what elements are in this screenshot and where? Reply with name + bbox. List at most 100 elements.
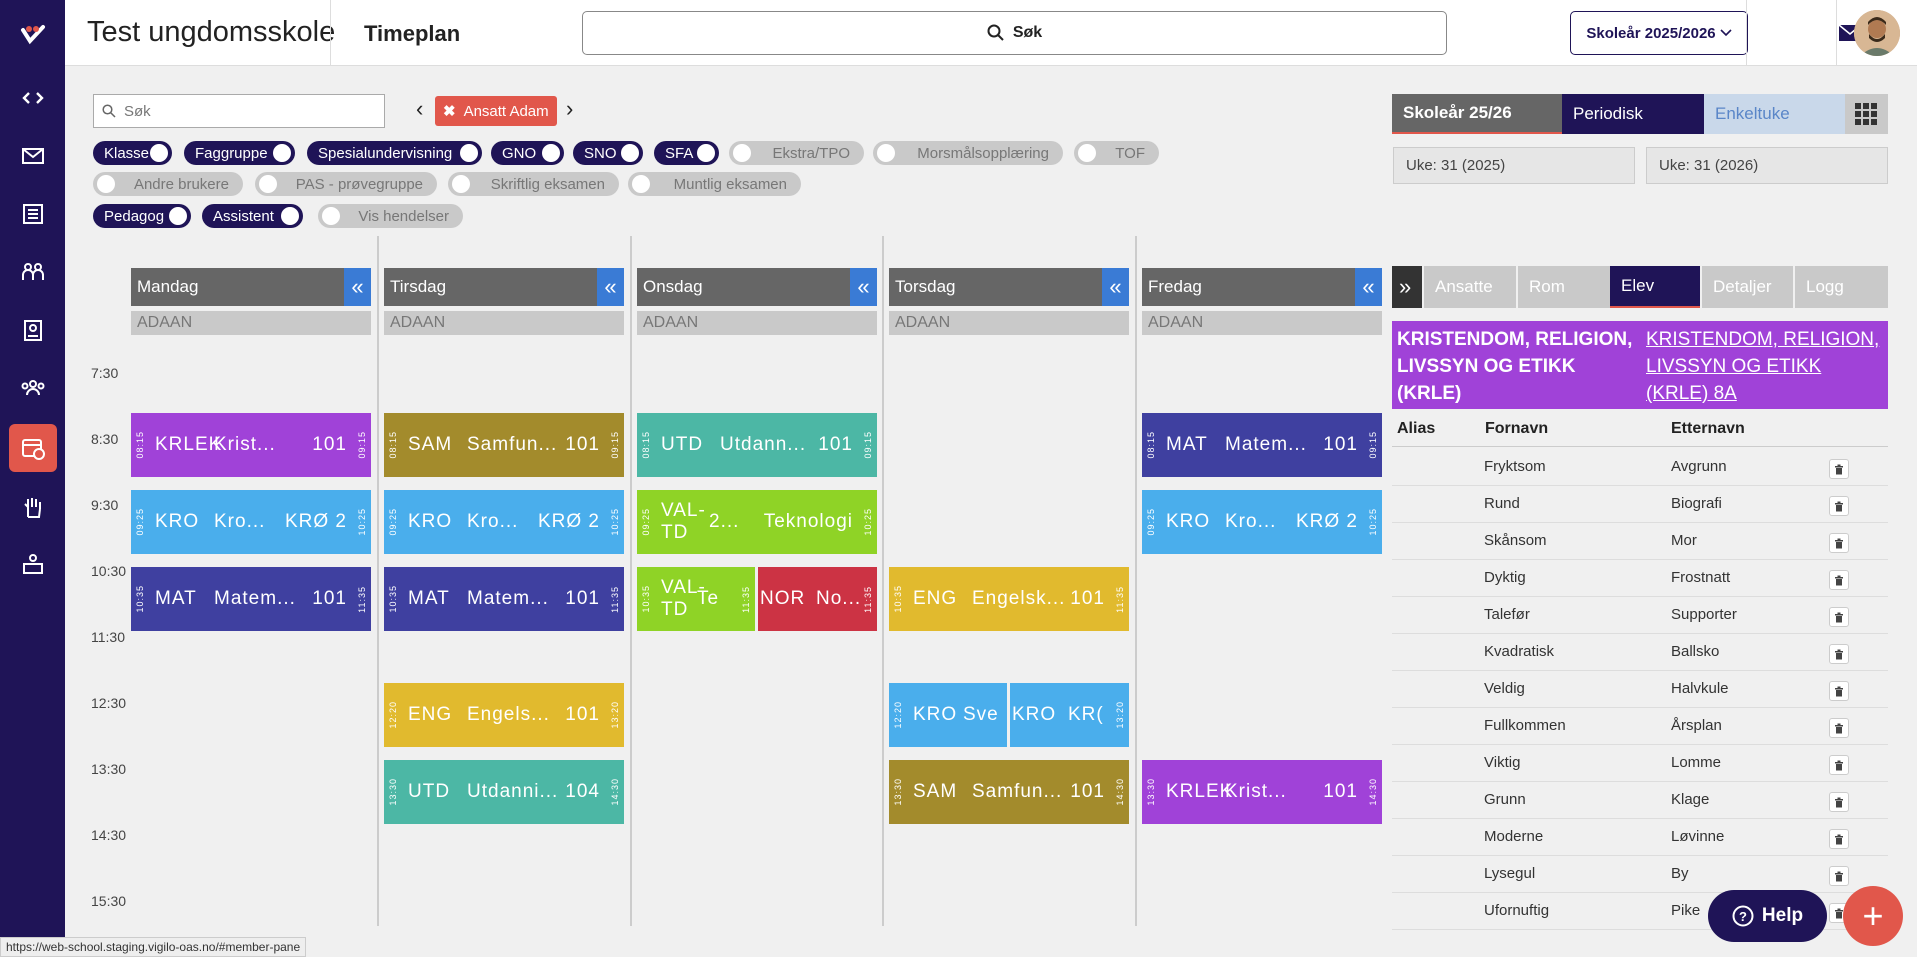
expand-icon[interactable]: »: [1392, 266, 1422, 308]
collapse-icon[interactable]: «: [1102, 268, 1129, 306]
code-icon[interactable]: [9, 74, 57, 122]
tab-log[interactable]: Logg: [1795, 266, 1888, 308]
toggle-morsmal[interactable]: Morsmålsopplæring: [873, 141, 1063, 165]
people-icon[interactable]: [9, 248, 57, 296]
lesson-block[interactable]: 12:20 KRO Sve: [889, 683, 1007, 747]
trash-icon[interactable]: [1829, 496, 1849, 516]
trash-icon[interactable]: [1829, 533, 1849, 553]
trash-icon[interactable]: [1829, 570, 1849, 590]
remove-icon[interactable]: ✖: [443, 102, 456, 120]
lesson-name: Matem...: [214, 588, 296, 609]
trash-icon[interactable]: [1829, 792, 1849, 812]
end-time: 10:25: [863, 508, 873, 536]
trash-icon[interactable]: [1829, 718, 1849, 738]
toggle-tof[interactable]: TOF: [1074, 141, 1159, 165]
selected-employee-chip[interactable]: ✖ Ansatt Adam: [435, 96, 557, 126]
add-button[interactable]: +: [1843, 886, 1903, 946]
toggle-sfa[interactable]: SFA: [654, 141, 719, 165]
trash-icon[interactable]: [1829, 866, 1849, 886]
subject-group-link[interactable]: KRISTENDOM, RELIGION, LIVSSYN OG ETIKK (…: [1646, 326, 1886, 407]
lesson-code: VAL-TD: [661, 500, 706, 543]
lesson-block[interactable]: 08:15 SAM Samfun... 101 09:15: [384, 413, 624, 477]
tab-school-year[interactable]: Skoleår 25/26: [1392, 94, 1562, 134]
schedule-icon[interactable]: [9, 424, 57, 472]
toggle-knob: [697, 144, 715, 162]
toggle-pedagog[interactable]: Pedagog: [93, 204, 191, 228]
trash-icon[interactable]: [1829, 644, 1849, 664]
id-badge-icon[interactable]: [9, 306, 57, 354]
logo-icon[interactable]: [9, 10, 57, 58]
lesson-block[interactable]: 10:35 VAL-TD Te 11:35: [637, 567, 755, 631]
tab-rooms[interactable]: Rom: [1518, 266, 1610, 308]
toggle-klasse[interactable]: Klasse: [93, 141, 172, 165]
collapse-icon[interactable]: «: [597, 268, 624, 306]
toggle-muntlig-eksamen[interactable]: Muntlig eksamen: [628, 172, 801, 196]
toggle-andre-brukere[interactable]: Andre brukere: [93, 172, 243, 196]
trash-icon[interactable]: [1829, 681, 1849, 701]
tab-periodic[interactable]: Periodisk: [1562, 94, 1704, 134]
grid-icon[interactable]: [1845, 94, 1888, 134]
lesson-block[interactable]: 08:15 KRLEK Krist... 101 09:15: [131, 413, 371, 477]
avatar[interactable]: [1854, 10, 1900, 56]
toggle-skriftlig-eksamen[interactable]: Skriftlig eksamen: [448, 172, 619, 196]
trash-icon[interactable]: [1829, 829, 1849, 849]
lesson-block[interactable]: 08:15 MAT Matem... 101 09:15: [1142, 413, 1382, 477]
lesson-block[interactable]: 08:15 UTD Utdann... 101 09:15: [637, 413, 877, 477]
lesson-block[interactable]: 12:20 ENG Engels... 101 13:20: [384, 683, 624, 747]
tab-employees[interactable]: Ansatte: [1424, 266, 1516, 308]
toggle-gno[interactable]: GNO: [491, 141, 564, 165]
toggle-sno[interactable]: SNO: [573, 141, 643, 165]
week-to-value: Uke: 31 (2026): [1659, 157, 1759, 174]
lesson-block[interactable]: NOR No... 11:35: [758, 567, 877, 631]
trash-icon[interactable]: [1829, 607, 1849, 627]
prev-arrow-icon[interactable]: ‹: [416, 96, 423, 122]
lesson-block[interactable]: 13:30 UTD Utdanni... 104 14:30: [384, 760, 624, 824]
lesson-block[interactable]: 09:25 KRO Kro... KRØ 2 10:25: [1142, 490, 1382, 554]
lesson-block[interactable]: 09:25 VAL-TD 2... Teknologi 10:25: [637, 490, 877, 554]
lesson-block[interactable]: 10:35 MAT Matem... 101 11:35: [384, 567, 624, 631]
next-arrow-icon[interactable]: ›: [566, 96, 573, 122]
lesson-block[interactable]: KRO KR(13:20: [1010, 683, 1129, 747]
user-desk-icon[interactable]: [9, 540, 57, 588]
collapse-icon[interactable]: «: [850, 268, 877, 306]
schedule-search-input[interactable]: Søk: [93, 94, 385, 128]
lesson-block[interactable]: 09:25 KRO Kro... KRØ 2 10:25: [131, 490, 371, 554]
student-lastname: Ballsko: [1671, 643, 1720, 660]
toggle-ekstra-tpo[interactable]: Ekstra/TPO: [729, 141, 864, 165]
week-to-field[interactable]: Uke: 31 (2026): [1646, 147, 1888, 184]
toggle-knob: [97, 175, 115, 193]
collapse-icon[interactable]: «: [1355, 268, 1382, 306]
chevron-down-icon: [1720, 29, 1732, 37]
global-search[interactable]: Søk: [582, 11, 1447, 55]
collapse-icon[interactable]: «: [344, 268, 371, 306]
lesson-block[interactable]: 13:30 KRLEK Krist... 101 14:30: [1142, 760, 1382, 824]
toggle-assistent[interactable]: Assistent: [202, 204, 303, 228]
toggle-spesialundervisning[interactable]: Spesialundervisning: [307, 141, 482, 165]
day-name: Torsdag: [895, 277, 956, 296]
tab-students[interactable]: Elev: [1610, 266, 1700, 308]
hand-icon[interactable]: [9, 484, 57, 532]
tab-details[interactable]: Detaljer: [1702, 266, 1793, 308]
column-divider: [630, 236, 632, 926]
group-icon[interactable]: [9, 364, 57, 412]
lesson-block[interactable]: 10:35 MAT Matem... 101 11:35: [131, 567, 371, 631]
student-firstname: Fryktsom: [1484, 458, 1546, 475]
tab-single-week[interactable]: Enkeltuke: [1704, 94, 1845, 134]
trash-icon[interactable]: [1829, 459, 1849, 479]
lesson-room: 101: [312, 588, 347, 609]
time-label: 8:30: [91, 431, 119, 447]
lesson-block[interactable]: 13:30 SAM Samfun... 101 14:30: [889, 760, 1129, 824]
week-from-field[interactable]: Uke: 31 (2025): [1393, 147, 1635, 184]
newspaper-icon[interactable]: [9, 190, 57, 238]
toggle-pas[interactable]: PAS - prøvegruppe: [255, 172, 437, 196]
trash-icon[interactable]: [1829, 755, 1849, 775]
lesson-block[interactable]: 09:25 KRO Kro... KRØ 2 10:25: [384, 490, 624, 554]
lesson-block[interactable]: 10:35 ENG Engelsk... 101 11:35: [889, 567, 1129, 631]
mail-icon[interactable]: [9, 132, 57, 180]
toggle-faggruppe[interactable]: Faggruppe: [184, 141, 295, 165]
school-year-select[interactable]: Skoleår 2025/2026: [1570, 11, 1748, 55]
start-time: 10:35: [893, 585, 903, 613]
toggle-vis-hendelser[interactable]: Vis hendelser: [318, 204, 463, 228]
student-firstname: Veldig: [1484, 680, 1525, 697]
help-button[interactable]: ? Help: [1708, 890, 1827, 942]
